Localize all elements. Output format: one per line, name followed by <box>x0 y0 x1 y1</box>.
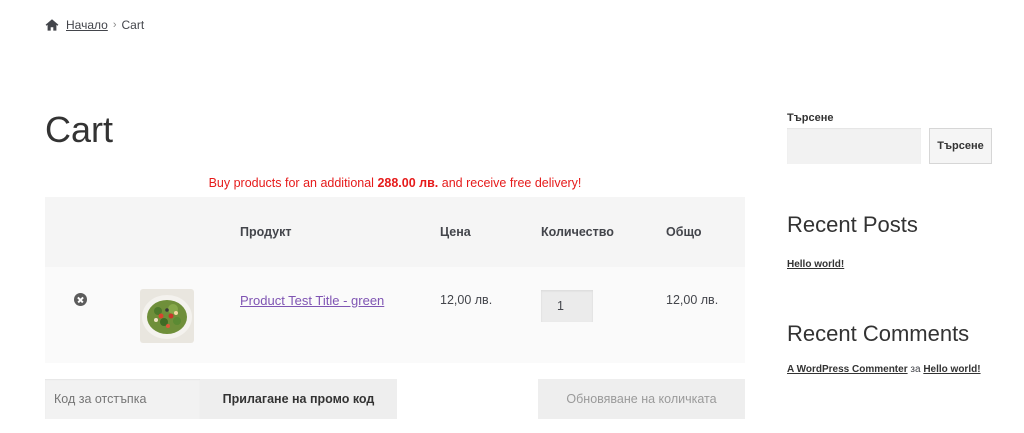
product-price: 12,00 лв. <box>440 293 493 307</box>
breadcrumb: Начало › Cart <box>45 16 144 34</box>
search-input[interactable] <box>787 128 921 164</box>
notice-suffix: and receive free delivery! <box>441 176 582 190</box>
header-price: Цена <box>440 225 471 239</box>
notice-prefix: Buy products for an additional <box>208 176 374 190</box>
apply-coupon-button[interactable]: Прилагане на промо код <box>200 379 397 419</box>
cart-item-row: Product Test Title - green 12,00 лв. 12,… <box>45 267 745 363</box>
quantity-input[interactable] <box>541 290 593 322</box>
cart-table-header: Продукт Цена Количество Общо <box>45 197 745 267</box>
recent-post-link[interactable]: Hello world! <box>787 259 844 270</box>
remove-item-icon[interactable] <box>74 293 87 306</box>
page-title: Cart <box>45 109 114 150</box>
recent-comments-heading: Recent Comments <box>787 321 970 346</box>
coupon-code-input[interactable] <box>45 379 200 419</box>
product-thumbnail[interactable] <box>140 289 194 343</box>
recent-posts-heading: Recent Posts <box>787 212 918 237</box>
notice-amount: 288.00 лв. <box>377 176 439 190</box>
recent-comment-item: A WordPress Commenter за Hello world! <box>787 364 987 376</box>
header-product: Продукт <box>240 225 292 239</box>
free-delivery-notice: Buy products for an additional 288.00 лв… <box>45 176 745 190</box>
comment-post-link[interactable]: Hello world! <box>923 364 980 375</box>
home-icon <box>45 18 59 32</box>
comment-connector: за <box>910 364 921 375</box>
breadcrumb-separator: › <box>112 19 117 31</box>
search-label: Търсене <box>787 112 834 124</box>
breadcrumb-home-link[interactable]: Начало <box>66 18 108 32</box>
comment-author-link[interactable]: A WordPress Commenter <box>787 364 908 375</box>
breadcrumb-current: Cart <box>121 18 145 32</box>
header-quantity: Количество <box>541 225 614 239</box>
cart-table: Продукт Цена Количество Общо Product Tes… <box>45 197 745 363</box>
update-cart-button[interactable]: Обновяване на количката <box>538 379 745 419</box>
product-subtotal: 12,00 лв. <box>666 293 719 307</box>
header-subtotal: Общо <box>666 225 702 239</box>
search-button[interactable]: Търсене <box>929 128 992 164</box>
product-name-link[interactable]: Product Test Title - green <box>240 293 384 308</box>
